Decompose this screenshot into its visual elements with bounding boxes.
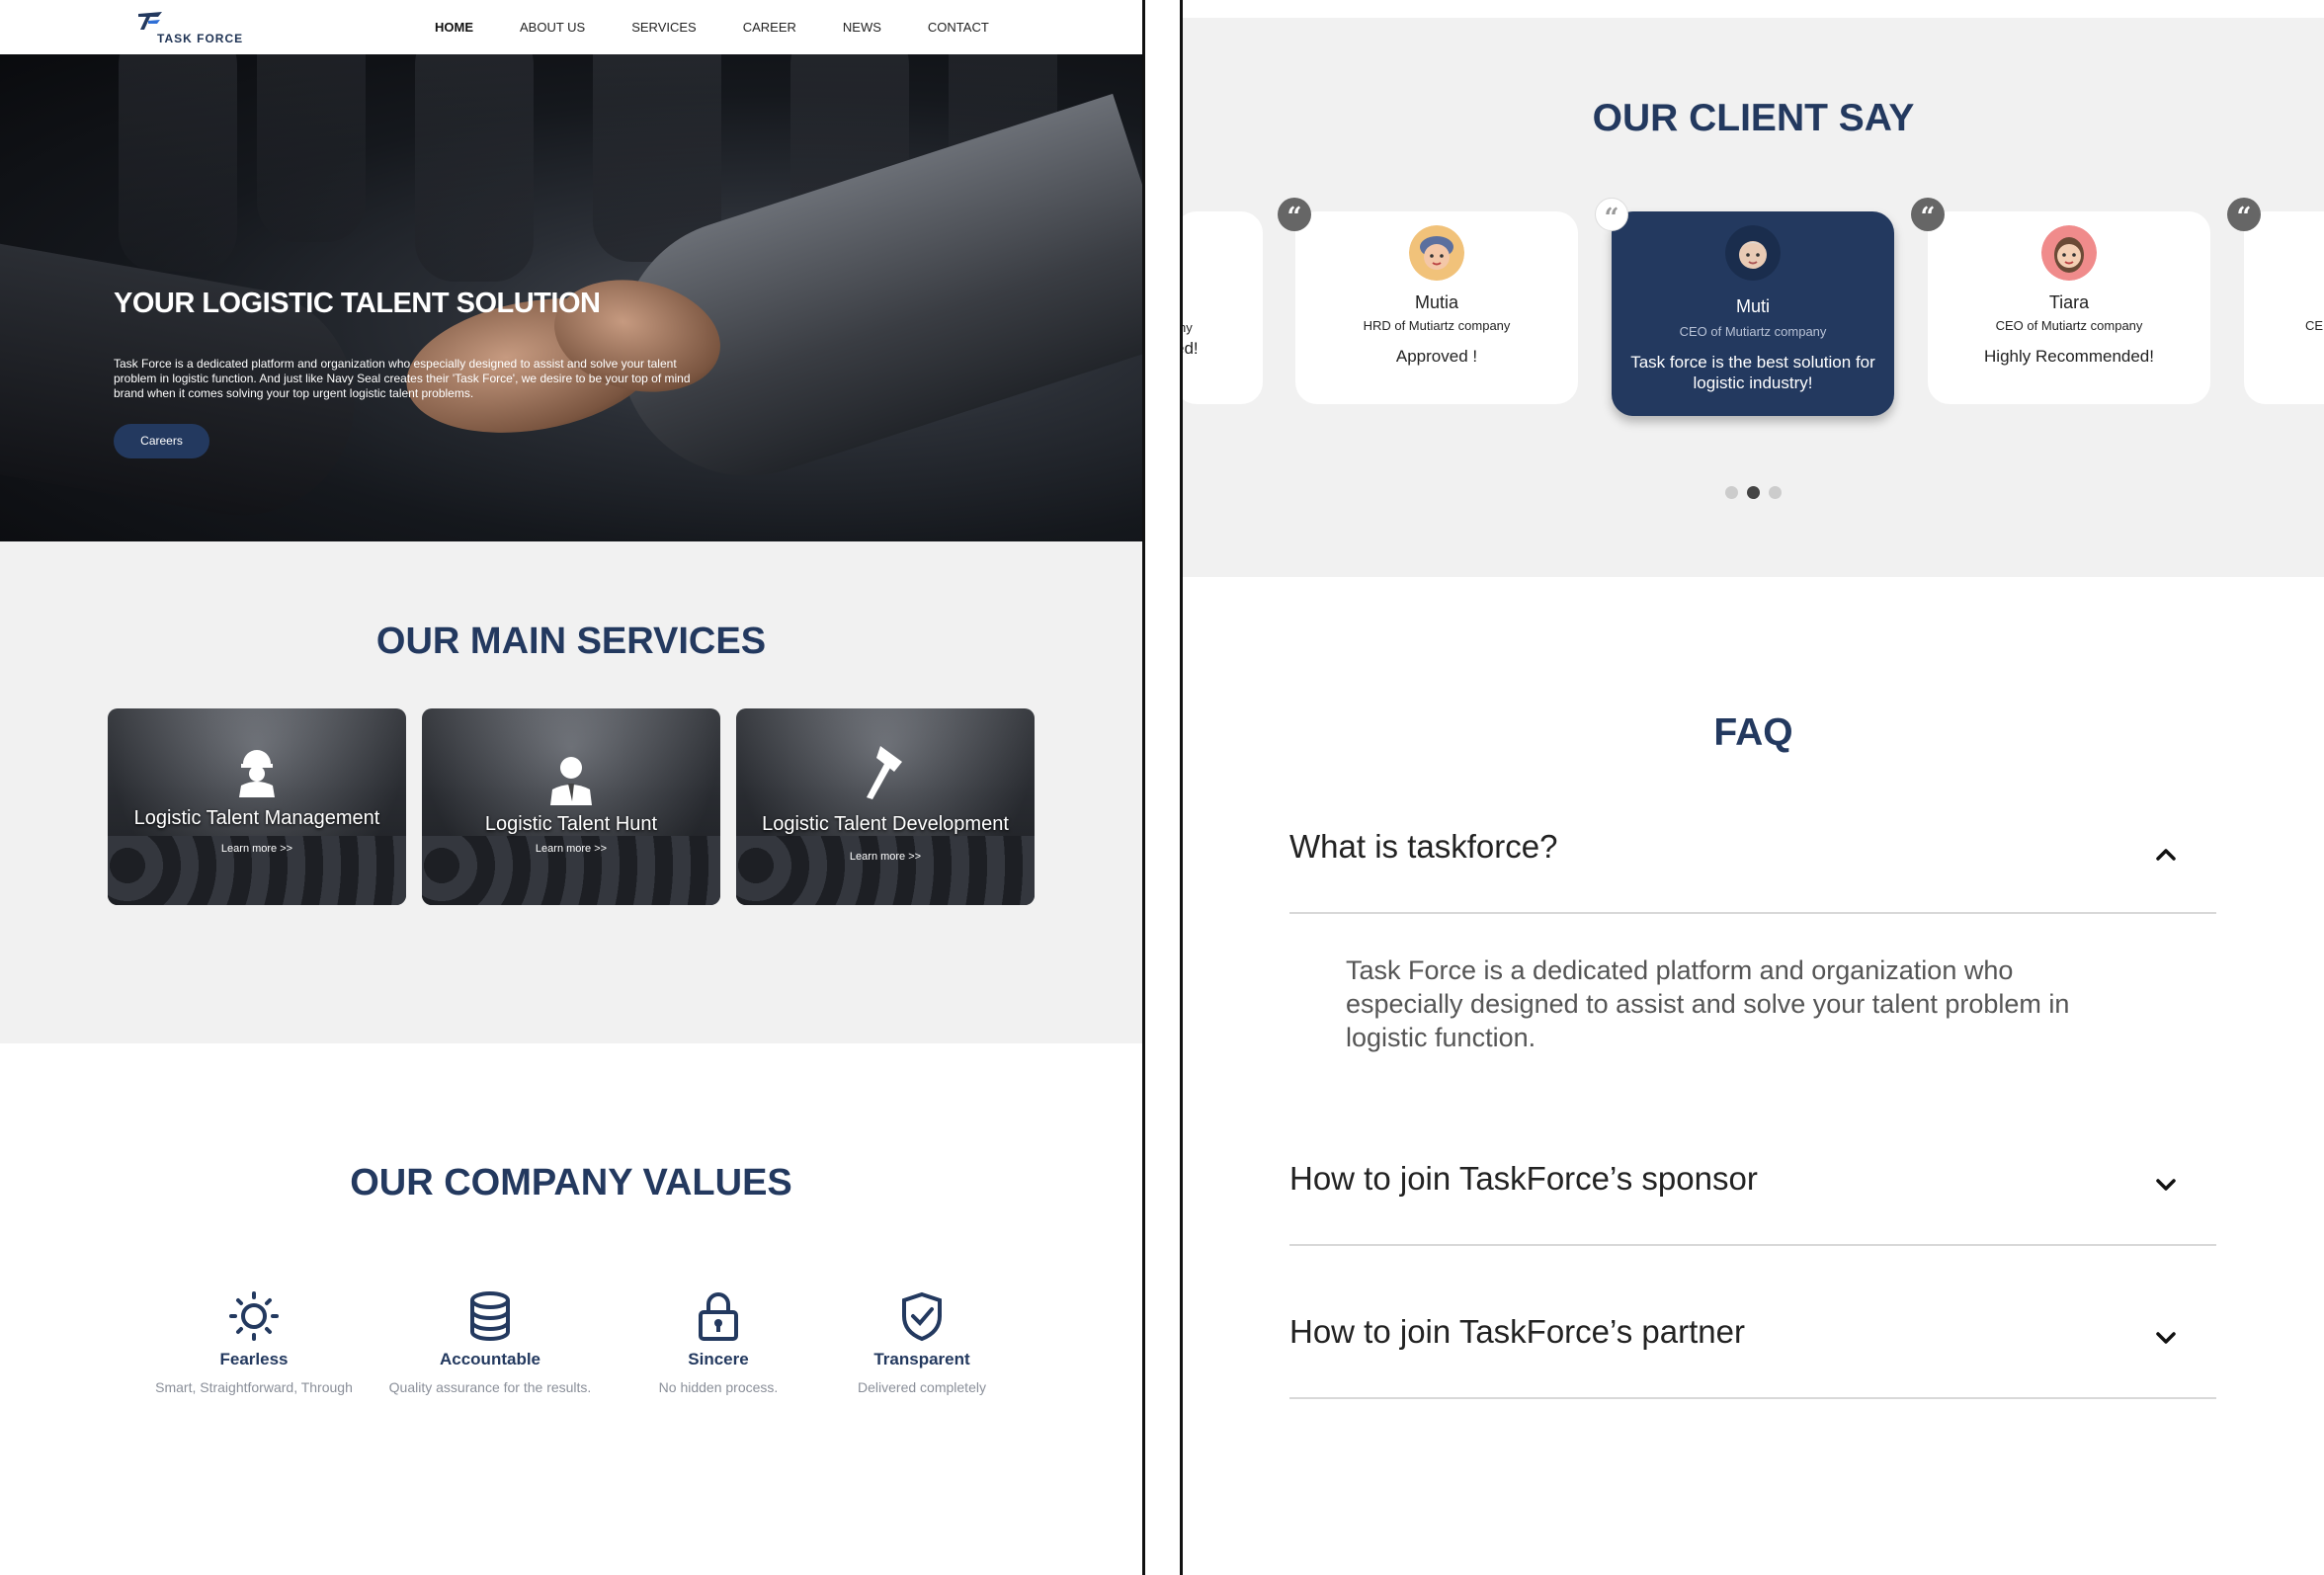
nav-services[interactable]: SERVICES	[631, 20, 697, 35]
screenshot-composite: TASK FORCE HOME ABOUT US SERVICES CAREER…	[0, 0, 2324, 1575]
client-name: Muti	[1735, 296, 1770, 316]
faq-question-text: What is taskforce?	[1289, 828, 1558, 865]
company-values-section: OUR COMPANY VALUES Fearless Smart, Strai…	[0, 1043, 1142, 1575]
client-role-fragment: ny	[1183, 320, 1193, 335]
client-role-fragment: CE	[2305, 318, 2324, 333]
top-navigation: TASK FORCE HOME ABOUT US SERVICES CAREER…	[0, 0, 1142, 54]
quote-icon: “	[1911, 198, 1945, 232]
client-name: Tiara	[2048, 292, 2090, 312]
learn-more-link[interactable]: Learn more >>	[736, 851, 1035, 863]
value-sincere: Sincere No hidden process.	[620, 1290, 817, 1395]
faq-divider	[1289, 1244, 2216, 1246]
hero-banner: YOUR LOGISTIC TALENT SOLUTION Task Force…	[0, 54, 1142, 541]
businessman-icon	[550, 757, 592, 805]
quote-icon: “	[1595, 198, 1628, 233]
nav-home[interactable]: HOME	[435, 20, 473, 35]
service-card-talent-development[interactable]: Logistic Talent Development Learn more >…	[736, 708, 1035, 905]
service-name: Logistic Talent Management	[133, 807, 380, 829]
value-fearless: Fearless Smart, Straightforward, Through	[106, 1290, 402, 1395]
value-name: Accountable	[439, 1350, 541, 1368]
nav-contact[interactable]: CONTACT	[928, 20, 989, 35]
client-role: HRD of Mutiartz company	[1363, 318, 1511, 333]
hero-description: Task Force is a dedicated platform and o…	[114, 357, 691, 400]
pagination-dot[interactable]	[1725, 486, 1738, 499]
values-title: OUR COMPANY VALUES	[350, 1162, 792, 1203]
service-name: Logistic Talent Hunt	[484, 813, 658, 835]
value-description: No hidden process.	[658, 1379, 779, 1395]
client-role: CEO of Mutiartz company	[1679, 324, 1827, 339]
service-name: Logistic Talent Development	[762, 813, 1009, 835]
service-card-talent-management[interactable]: Logistic Talent Management Learn more >>	[108, 708, 406, 905]
faq-divider	[1289, 1397, 2216, 1399]
chevron-up-icon[interactable]	[2155, 844, 2177, 866]
faq-question-text: How to join TaskForce’s partner	[1289, 1313, 1745, 1350]
testimonials-faq-panel: OUR CLIENT SAY ny ed! Mutia HRD of Mutia…	[1183, 0, 2324, 1575]
nav-about-us[interactable]: ABOUT US	[520, 20, 585, 35]
avatar-muti	[1725, 225, 1781, 281]
avatar-tiara	[2041, 225, 2097, 281]
quote-icon: “	[1278, 198, 1311, 232]
learn-more-link[interactable]: Learn more >>	[422, 843, 720, 855]
pagination-dot[interactable]	[1769, 486, 1782, 499]
careers-button[interactable]: Careers	[114, 424, 209, 458]
main-services-section: OUR MAIN SERVICES Logistic Talent Manage…	[0, 541, 1142, 1043]
database-icon	[470, 1291, 510, 1341]
value-name: Sincere	[688, 1350, 749, 1368]
clients-title: OUR CLIENT SAY	[1592, 97, 1915, 139]
homepage-panel: TASK FORCE HOME ABOUT US SERVICES CAREER…	[0, 0, 1142, 1575]
worker-helmet-icon	[239, 750, 275, 797]
faq-answer-1: Task Force is a dedicated platform and o…	[1346, 955, 2070, 1052]
logo-text: TASK FORCE	[157, 32, 244, 45]
services-title: OUR MAIN SERVICES	[375, 621, 767, 662]
value-description: Delivered completely	[858, 1379, 986, 1395]
learn-more-link[interactable]: Learn more >>	[108, 843, 406, 855]
client-name: Mutia	[1414, 292, 1458, 312]
value-description: Quality assurance for the results.	[388, 1379, 592, 1395]
faq-title: FAQ	[1713, 711, 1793, 754]
avatar-mutia	[1409, 225, 1464, 281]
testimonial-card-partial-right[interactable]: CE	[2244, 211, 2324, 404]
chevron-down-icon[interactable]	[2155, 1174, 2177, 1196]
nav-career[interactable]: CAREER	[743, 20, 796, 35]
hero-title: YOUR LOGISTIC TALENT SOLUTION	[114, 288, 601, 319]
task-force-logo[interactable]: TASK FORCE	[136, 10, 245, 45]
client-text: Approved !	[1395, 347, 1478, 366]
main-menu: HOME ABOUT US SERVICES CAREER NEWS CONTA…	[435, 20, 1036, 35]
client-text: Task force is the best solution for logi…	[1630, 353, 1875, 392]
value-name: Fearless	[219, 1350, 289, 1368]
value-name: Transparent	[873, 1350, 970, 1368]
testimonial-card[interactable]: Tiara CEO of Mutiartz company Highly Rec…	[1928, 211, 2210, 404]
value-description: Smart, Straightforward, Through	[155, 1379, 353, 1395]
quote-icon: “	[2227, 198, 2261, 232]
axe-icon	[867, 746, 902, 799]
faq-question-1[interactable]: What is taskforce?	[1289, 828, 2216, 866]
value-transparent: Transparent Delivered completely	[823, 1290, 1021, 1395]
value-accountable: Accountable Quality assurance for the re…	[381, 1290, 599, 1395]
testimonial-card[interactable]: Mutia HRD of Mutiartz company Approved !	[1295, 211, 1578, 404]
shield-check-icon	[902, 1291, 942, 1342]
carousel-pagination	[1725, 486, 1782, 499]
faq-question-2[interactable]: How to join TaskForce’s sponsor	[1289, 1160, 2216, 1198]
client-text-fragment: ed!	[1183, 339, 1199, 358]
service-card-talent-hunt[interactable]: Logistic Talent Hunt Learn more >>	[422, 708, 720, 905]
panel-gap	[1145, 0, 1180, 1575]
chevron-down-icon[interactable]	[2155, 1327, 2177, 1349]
testimonial-card-partial-left[interactable]: ny ed!	[1183, 211, 1263, 404]
client-testimonials-section: OUR CLIENT SAY ny ed! Mutia HRD of Mutia…	[1183, 18, 2324, 577]
pagination-dot-active[interactable]	[1747, 486, 1760, 499]
client-role: CEO of Mutiartz company	[1995, 318, 2143, 333]
faq-question-text: How to join TaskForce’s sponsor	[1289, 1160, 1758, 1197]
lock-icon	[699, 1292, 738, 1341]
client-text: Highly Recommended!	[1984, 347, 2154, 366]
nav-news[interactable]: NEWS	[843, 20, 881, 35]
sun-icon	[229, 1291, 279, 1341]
testimonial-card-active[interactable]: Muti CEO of Mutiartz company Task force …	[1612, 211, 1894, 416]
faq-divider	[1289, 912, 2216, 914]
faq-question-3[interactable]: How to join TaskForce’s partner	[1289, 1313, 2216, 1351]
